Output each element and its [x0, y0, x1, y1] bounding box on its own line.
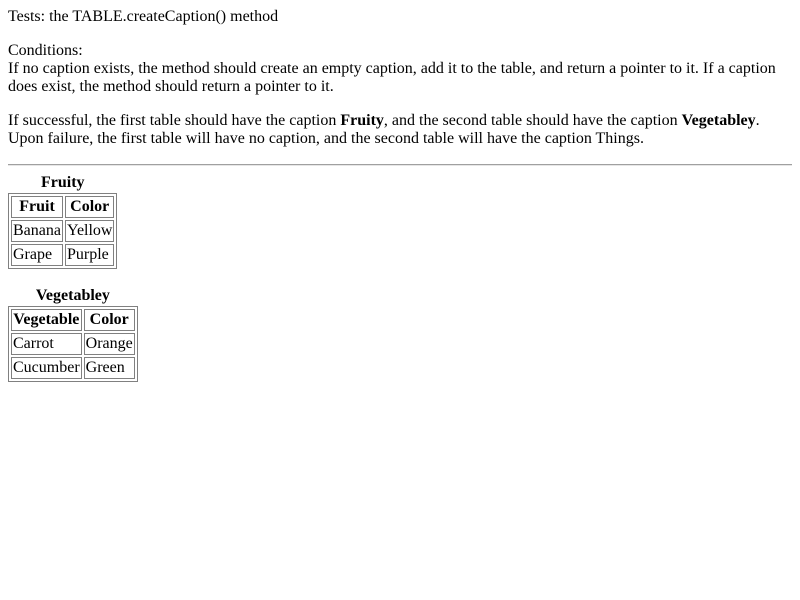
expectation-middle: , and the second table should have the c…	[383, 112, 682, 129]
vegetable-cell: Carrot	[11, 333, 82, 355]
conditions-block: Conditions: If no caption exists, the me…	[8, 42, 792, 96]
page: Tests: the TABLE.createCaption() method …	[0, 0, 800, 382]
fruit-table-header-fruit: Fruit	[11, 196, 63, 218]
table-row: Banana Yellow	[11, 220, 115, 242]
vegetable-table-header-row: Vegetable Color	[11, 309, 135, 331]
fruit-table-caption: Fruity	[40, 174, 85, 191]
expectation-block: If successful, the first table should ha…	[8, 112, 792, 148]
table-row: Grape Purple	[11, 244, 115, 266]
table-row: Carrot Orange	[11, 333, 135, 355]
fruit-cell: Banana	[11, 220, 63, 242]
expectation-second-caption: Vegetabley	[681, 112, 756, 129]
vegetable-table-header-color: Color	[83, 309, 135, 331]
divider	[8, 164, 792, 166]
color-cell: Yellow	[64, 220, 115, 242]
vegetable-table: Vegetabley Vegetable Color Carrot Orange…	[8, 287, 138, 382]
vegetable-cell: Cucumber	[11, 357, 82, 379]
expectation-prefix: If successful, the first table should ha…	[8, 112, 341, 129]
fruit-table-header-row: Fruit Color	[11, 196, 115, 218]
conditions-label: Conditions:	[8, 42, 83, 59]
fruit-table-header-color: Color	[64, 196, 115, 218]
page-heading: Tests: the TABLE.createCaption() method	[8, 8, 279, 25]
color-cell: Green	[83, 357, 135, 379]
table-row: Cucumber Green	[11, 357, 135, 379]
vegetable-table-header-vegetable: Vegetable	[11, 309, 82, 331]
color-cell: Orange	[83, 333, 135, 355]
fruit-table: Fruity Fruit Color Banana Yellow Grape P…	[8, 174, 118, 269]
vegetable-table-caption: Vegetabley	[35, 287, 110, 304]
expectation-first-caption: Fruity	[340, 112, 384, 129]
conditions-text: If no caption exists, the method should …	[8, 60, 776, 95]
color-cell: Purple	[64, 244, 115, 266]
fruit-cell: Grape	[11, 244, 63, 266]
